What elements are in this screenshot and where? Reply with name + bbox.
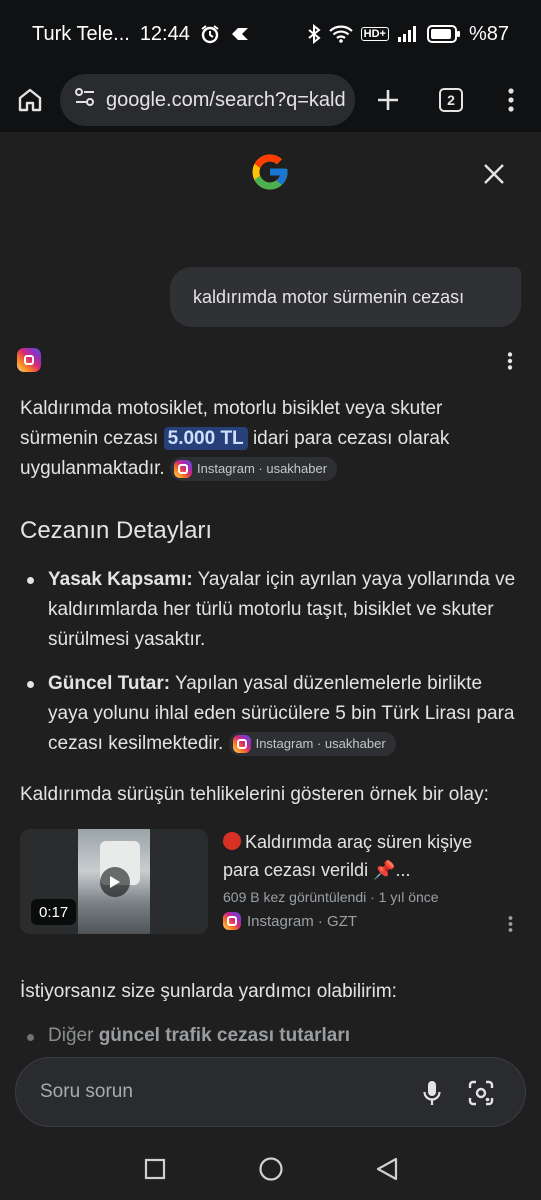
notification-icon (230, 25, 250, 43)
ai-mode-panel: kaldırımda motor sürmenin cezası Kaldırı… (0, 132, 541, 1200)
ask-input[interactable]: Soru sorun (15, 1057, 526, 1127)
home-nav-button[interactable] (258, 1156, 284, 1187)
section-title: Cezanın Detayları (20, 517, 213, 544)
bluetooth-icon (307, 24, 321, 44)
google-logo-icon (249, 151, 291, 193)
ask-placeholder: Soru sorun (40, 1081, 133, 1102)
lens-icon[interactable] (466, 1078, 496, 1108)
source-chip[interactable]: Instagram · usakhaber (169, 456, 338, 481)
list-item: Güncel Tutar: Yapılan yasal düzenlemeler… (20, 669, 520, 759)
alarm-icon (200, 24, 220, 44)
video-source[interactable]: Instagram · GZT (223, 912, 357, 930)
video-title[interactable]: Kaldırımda araç süren kişiye para cezası… (223, 828, 513, 884)
answer-intro: Kaldırımda motosiklet, motorlu bisiklet … (20, 398, 450, 481)
play-icon[interactable] (100, 867, 130, 897)
close-button[interactable] (476, 156, 512, 192)
status-bar: Turk Tele... 12:44 HD+ %87 (0, 0, 541, 68)
instagram-icon (232, 734, 251, 753)
more-vertical-icon (508, 916, 512, 932)
close-icon (484, 164, 504, 184)
battery-icon (426, 25, 461, 43)
system-nav-bar (0, 1142, 541, 1200)
instagram-icon (173, 459, 192, 478)
clock: 12:44 (139, 22, 190, 45)
instagram-icon (223, 912, 241, 930)
browser-toolbar: google.com/search?q=kald 2 (0, 68, 541, 132)
red-circle-icon (223, 832, 241, 850)
signal-icon (397, 25, 419, 43)
site-settings-icon[interactable] (74, 87, 96, 113)
mic-icon[interactable] (418, 1078, 446, 1108)
response-more-button[interactable] (498, 348, 522, 374)
carrier-name: Turk Tele... (32, 22, 130, 45)
more-vertical-icon (507, 352, 513, 370)
home-button[interactable] (6, 76, 54, 124)
address-bar[interactable]: google.com/search?q=kald (60, 74, 355, 126)
menu-button[interactable] (487, 76, 535, 124)
video-more-button[interactable] (500, 912, 520, 936)
user-query-text: kaldırımda motor sürmenin cezası (193, 286, 465, 307)
user-query-bubble: kaldırımda motor sürmenin cezası (170, 267, 521, 327)
list-item: Yasak Kapsamı: Yayalar için ayrılan yaya… (20, 565, 520, 655)
new-tab-button[interactable] (364, 76, 412, 124)
home-icon (18, 88, 42, 112)
circle-icon (258, 1156, 283, 1181)
video-thumbnail[interactable]: 0:17 (20, 829, 208, 934)
wifi-icon (328, 25, 353, 43)
url-text: google.com/search?q=kald (106, 88, 346, 111)
video-duration: 0:17 (31, 899, 77, 925)
tab-switcher-button[interactable]: 2 (427, 76, 475, 124)
plus-icon (378, 90, 398, 110)
suggestion-item[interactable]: Diğer güncel trafik cezası tutarları (20, 1025, 350, 1047)
help-intro: İstiyorsanız size şunlarda yardımcı olab… (20, 981, 397, 1002)
back-button[interactable] (376, 1157, 398, 1186)
fine-amount-highlight: 5.000 TL (163, 427, 248, 450)
triangle-back-icon (376, 1157, 397, 1180)
more-vertical-icon (508, 88, 514, 112)
hd-badge: HD+ (360, 27, 389, 41)
square-icon (144, 1158, 165, 1179)
example-intro: Kaldırımda sürüşün tehlikelerini göstere… (20, 784, 489, 805)
tab-count: 2 (439, 88, 463, 112)
video-meta: 609 B kez görüntülendi · 1 yıl önce (223, 889, 439, 905)
source-chip[interactable]: Instagram · usakhaber (228, 731, 396, 756)
battery-percent: %87 (468, 22, 509, 45)
recents-button[interactable] (144, 1158, 166, 1185)
instagram-icon (17, 348, 41, 372)
